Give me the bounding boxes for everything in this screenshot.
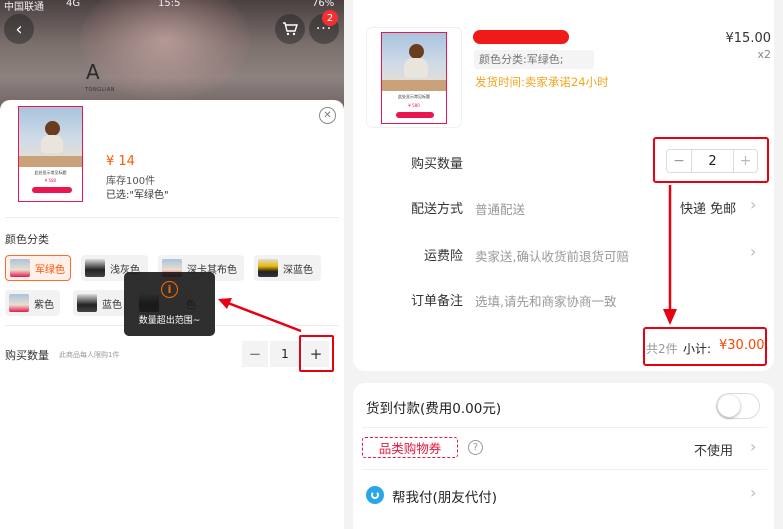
chevron-right-icon[interactable]: ›	[750, 242, 756, 261]
sku-price: ¥ 14	[106, 154, 135, 169]
cart-button[interactable]	[275, 14, 305, 44]
coupon-badge: 品类购物券	[362, 437, 458, 458]
order-figure-head	[409, 44, 424, 59]
back-button[interactable]: ‹	[4, 14, 34, 44]
color-option-label: 紫色	[34, 299, 54, 311]
highlight-box	[653, 137, 769, 183]
divider	[5, 217, 339, 218]
thumbnail-button	[32, 187, 72, 193]
friend-pay-label[interactable]: 帮我付(朋友代付)	[392, 486, 497, 506]
subtotal-amount: ¥30.00	[719, 338, 765, 353]
left-screenshot-panel: 中国联通 4G 15:5 76% ‹ ··· 2 A TONGLIAN ✕ 此处…	[0, 0, 344, 529]
color-option-army-green[interactable]: 军绿色	[5, 255, 71, 281]
insurance-row-label: 运费险	[423, 249, 463, 264]
close-button[interactable]: ✕	[319, 107, 336, 124]
divider	[362, 469, 767, 470]
thumbnail-figure-body	[41, 135, 63, 153]
cod-label: 货到付款(费用0.00元)	[366, 401, 502, 417]
order-image-price: ¥ 580	[408, 103, 420, 108]
thumbnail-title: 此处显示常见标题	[34, 170, 67, 175]
thumbnail-price: ¥ 580	[44, 178, 57, 183]
time-text: 15:5	[158, 0, 181, 9]
swatch-image	[85, 259, 105, 277]
total-count: 共2件	[646, 342, 678, 356]
quantity-row-label: 购买数量	[410, 157, 463, 172]
close-icon: ✕	[323, 110, 332, 121]
delivery-row-label: 配送方式	[410, 202, 463, 217]
right-screenshot-panel: 此处显示常见标题 ¥ 580 颜色分类:军绿色; 发货时间:卖家承诺24小时 ¥…	[344, 0, 783, 529]
color-option-dark-blue[interactable]: 深蓝色	[254, 255, 321, 281]
back-icon: ‹	[15, 18, 23, 40]
sku-stock: 库存100件	[106, 176, 156, 187]
quantity-value[interactable]: 1	[270, 341, 300, 367]
shop-logo-subtext: TONGLIAN	[85, 87, 116, 93]
quantity-toast: i 数量超出范围~	[124, 272, 215, 336]
order-sku: 颜色分类:军绿色;	[474, 50, 594, 69]
quantity-minus-button[interactable]: −	[242, 341, 268, 367]
order-product-image[interactable]: 此处显示常见标题 ¥ 580	[366, 27, 462, 128]
shop-logo: A	[86, 60, 100, 84]
color-option-label: 蓝色	[102, 299, 122, 311]
toast-message: 数量超出范围~	[138, 316, 201, 326]
status-bar: 中国联通 4G 15:5 76%	[0, 0, 344, 13]
color-section-label: 颜色分类	[5, 233, 49, 246]
color-option-purple[interactable]: 紫色	[5, 290, 60, 316]
ship-time: 发货时间:卖家承诺24小时	[475, 75, 609, 89]
network-text: 4G	[66, 0, 81, 9]
unit-price: ¥15.00	[725, 31, 772, 46]
info-icon: i	[161, 281, 178, 298]
quantity-label: 购买数量	[5, 349, 49, 362]
color-option-blue[interactable]: 蓝色	[73, 290, 127, 316]
swatch-image	[258, 259, 278, 277]
quantity-limit-note: 此商品每人限购1件	[59, 351, 120, 359]
delivery-value: 普通配送	[475, 202, 526, 217]
carrier-text: 中国联通	[4, 2, 44, 13]
chevron-right-icon[interactable]: ›	[750, 437, 756, 456]
chevron-right-icon[interactable]: ›	[750, 195, 756, 214]
cart-count-badge: 2	[322, 10, 338, 26]
order-figure-body	[404, 58, 428, 78]
toggle-knob	[718, 395, 740, 417]
swatch-image	[10, 259, 30, 277]
highlight-box	[299, 335, 334, 372]
swatch-image	[77, 294, 97, 312]
cod-toggle[interactable]	[716, 393, 760, 419]
help-icon[interactable]: ?	[468, 440, 483, 455]
thumbnail-figure-head	[45, 121, 60, 136]
cart-icon	[283, 22, 298, 36]
order-image-frame: 此处显示常见标题 ¥ 580	[381, 32, 447, 124]
note-input[interactable]: 选填,请先和商家协商一致	[475, 291, 616, 310]
item-count: x2	[757, 48, 771, 61]
delivery-option[interactable]: 快递 免邮	[680, 198, 736, 217]
battery-text: 76%	[312, 0, 335, 9]
swatch-image	[9, 294, 29, 312]
annotation-arrow	[663, 185, 677, 325]
photo-highlight	[80, 0, 250, 100]
order-image-title: 此处显示常见标题	[398, 94, 430, 99]
divider	[362, 427, 767, 428]
color-option-label: 军绿色	[35, 264, 65, 276]
order-image-table	[382, 79, 446, 91]
order-image-button	[396, 112, 434, 118]
sku-selected: 已选:"军绿色"	[106, 190, 169, 201]
subtotal-label: 小计:	[683, 342, 712, 356]
annotation-arrow	[218, 298, 302, 333]
chevron-right-icon[interactable]: ›	[750, 483, 756, 502]
product-thumbnail[interactable]: 此处显示常见标题 ¥ 580	[18, 106, 83, 202]
color-option-label: 深蓝色	[283, 264, 313, 276]
friend-pay-icon	[366, 486, 384, 504]
note-row-label: 订单备注	[410, 294, 463, 309]
thumbnail-table	[19, 155, 82, 168]
product-name-redacted	[473, 30, 569, 44]
coupon-value[interactable]: 不使用	[694, 440, 733, 459]
insurance-value: 卖家送,确认收货前退货可赔	[475, 249, 629, 264]
